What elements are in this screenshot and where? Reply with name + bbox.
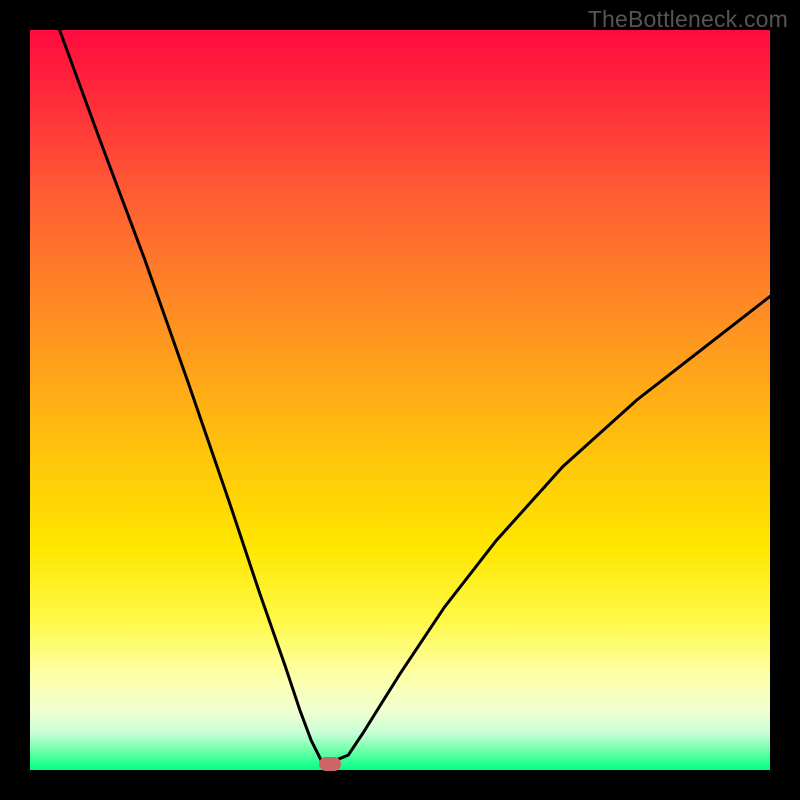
curve-layer: [30, 30, 770, 770]
optimal-point-marker: [319, 757, 341, 771]
bottleneck-curve: [60, 30, 770, 763]
chart-frame: TheBottleneck.com: [0, 0, 800, 800]
plot-area: [30, 30, 770, 770]
watermark-text: TheBottleneck.com: [588, 6, 788, 33]
